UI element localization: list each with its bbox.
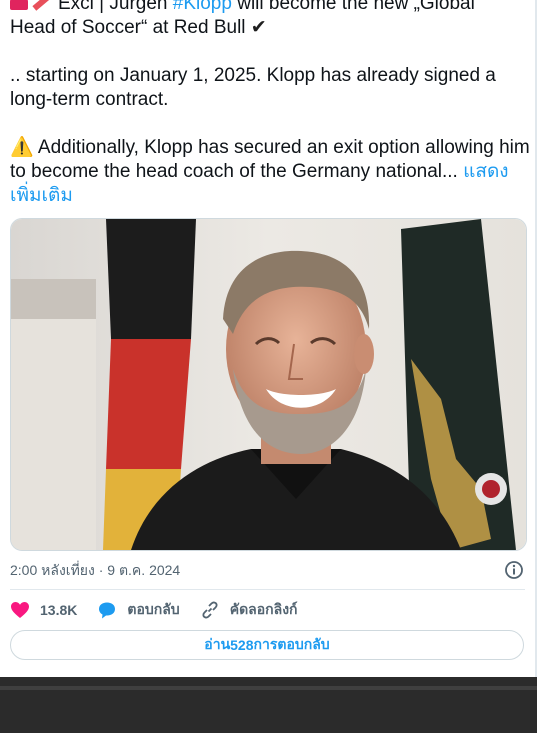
hashtag-link[interactable]: #Klopp: [173, 0, 232, 14]
copy-link-button[interactable]: คัดลอกลิงก์: [200, 599, 298, 621]
read-replies-suffix: การตอบกลับ: [253, 636, 330, 652]
reply-label: ตอบกลับ: [127, 601, 180, 617]
reply-bubble-icon: [99, 602, 116, 619]
man-smiling-photo: [11, 219, 526, 550]
tweet-photo[interactable]: [10, 218, 527, 551]
read-replies-button[interactable]: อ่าน 528 การตอบกลับ: [10, 630, 524, 660]
info-icon[interactable]: [504, 560, 524, 580]
heart-icon: [11, 602, 29, 618]
link-icon: [202, 601, 218, 619]
divider: [10, 589, 525, 590]
tweet-text-line: Excl | Jürgen: [58, 0, 173, 14]
tweet-paragraph: Additionally, Klopp has secured an exit …: [10, 137, 530, 182]
tweet-timestamp[interactable]: 2:00 หลังเที่ยง · 9 ต.ค. 2024: [10, 560, 180, 582]
tweet-text-line: will become the new „Global: [231, 0, 475, 14]
copy-link-label: คัดลอกลิงก์: [229, 601, 298, 617]
reply-button[interactable]: ตอบกลับ: [97, 599, 180, 621]
footer-divider: [0, 686, 537, 690]
like-button[interactable]: 13.8K: [10, 601, 77, 619]
tweet-text-line: Head of Soccer“ at Red Bull: [10, 17, 251, 38]
warning-icon: ⚠️: [10, 137, 34, 158]
like-count: 13.8K: [40, 602, 78, 618]
check-mark-icon: ✔: [250, 17, 267, 38]
pencil-icon: [32, 0, 52, 11]
read-replies-prefix: อ่าน: [204, 636, 231, 652]
tweet-card: Excl | Jürgen #Klopp will become the new…: [0, 0, 537, 677]
read-replies-count: 528: [230, 637, 254, 653]
tweet-text: Excl | Jürgen #Klopp will become the new…: [10, 0, 530, 208]
tweet-paragraph: .. starting on January 1, 2025. Klopp ha…: [10, 65, 496, 110]
siren-icon: [10, 0, 28, 10]
action-bar: 13.8K ตอบกลับ คัดลอกลิงก์: [10, 598, 318, 622]
